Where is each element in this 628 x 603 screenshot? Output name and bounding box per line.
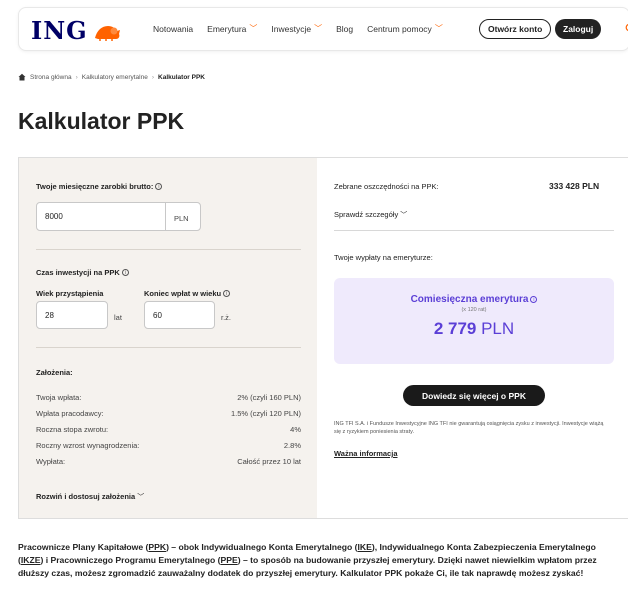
end-age-label: Koniec wpłat w wieku i	[144, 289, 231, 298]
nav-emerytura[interactable]: Emerytura ﹀	[207, 23, 257, 34]
period-label-text: Czas inwestycji na PPK	[36, 268, 120, 277]
monthly-sub: (x 120 rat)	[461, 307, 487, 313]
chevron-right-icon: ›	[75, 73, 78, 81]
paragraph-text: Pracownicze Plany Kapitałowe (	[18, 542, 149, 552]
site-header: ING Notowania Emerytura ﹀ Inwestycje ﹀ Blo…	[18, 7, 628, 51]
chevron-down-icon: ﹀	[400, 212, 408, 219]
ing-logo[interactable]: ING	[31, 16, 122, 45]
monthly-title: Comiesięczna emerytura i	[334, 294, 614, 305]
divider	[334, 230, 614, 231]
end-age-unit: r.ż.	[221, 313, 232, 322]
assumption-label: Twoja wpłata:	[36, 393, 82, 402]
assumption-label: Wypłata:	[36, 457, 66, 466]
ppk-link[interactable]: PPK	[148, 542, 166, 552]
nav-blog[interactable]: Blog	[336, 24, 353, 34]
assumption-row: Twoja wpłata: 2% (czyli 160 PLN)	[36, 393, 301, 402]
assumption-label: Roczny wzrost wynagrodzenia:	[36, 441, 140, 450]
nav-label: Blog	[336, 23, 354, 34]
ppk-calculator: Twoje miesięczne zarobki brutto:i PLN Cz…	[18, 157, 628, 519]
ikze-link[interactable]: IKZE	[21, 555, 41, 565]
join-age-input[interactable]	[37, 310, 107, 320]
monthly-pension-card: Comiesięczna emerytura i (x 120 rat) 2 77…	[334, 278, 614, 364]
period-label: Czas inwestycji na PPK i	[36, 268, 129, 277]
assumption-row: Wypłata: Całość przez 10 lat	[36, 457, 301, 466]
details-label: Sprawdź szczegóły	[334, 210, 399, 219]
info-icon[interactable]: i	[121, 269, 129, 276]
expand-label: Rozwiń i dostosuj założenia	[36, 492, 136, 501]
field-divider	[165, 203, 166, 230]
assumption-value: 2.8%	[283, 441, 301, 450]
assumption-value: 2% (czyli 160 PLN)	[237, 393, 301, 402]
join-age-label: Wiek przystąpienia	[36, 289, 104, 298]
assumption-row: Roczny wzrost wynagrodzenia: 2.8%	[36, 441, 301, 450]
savings-value: 333 428 PLN	[549, 181, 600, 191]
salary-label: Twoje miesięczne zarobki brutto: i	[36, 182, 163, 191]
calculator-results-panel: Zebrane oszczędności na PPK: 333 428 PLN…	[317, 158, 628, 518]
info-icon[interactable]: i	[155, 183, 163, 190]
nav-notowania[interactable]: Notowania	[153, 24, 193, 34]
intro-paragraph: Pracownicze Plany Kapitałowe (PPK) – obo…	[18, 541, 622, 580]
assumption-label: Wpłata pracodawcy:	[36, 409, 104, 418]
end-age-input[interactable]	[145, 310, 214, 320]
chevron-right-icon: ›	[151, 73, 155, 81]
info-icon[interactable]: i	[223, 290, 231, 297]
assumption-label: Roczna stopa zwrotu:	[36, 425, 109, 434]
paragraph-text: ) – obok Indywidualnego Konta Emerytalne…	[166, 542, 358, 552]
logo-text: ING	[31, 16, 88, 45]
salary-label-text: Twoje miesięczne zarobki brutto:	[36, 182, 154, 191]
breadcrumb-current: Kalkulator PPK	[158, 73, 205, 81]
divider	[36, 347, 301, 348]
paragraph-text: ) i Pracowniczego Programu Emerytalnego …	[40, 555, 221, 565]
assumption-value: 1.5% (czyli 120 PLN)	[230, 409, 301, 418]
nav-inwestycje[interactable]: Inwestycje ﹀	[271, 23, 322, 34]
info-icon[interactable]: i	[530, 296, 538, 303]
open-account-button[interactable]: Otwórz konto	[479, 19, 552, 39]
calculator-inputs-panel: Twoje miesięczne zarobki brutto:i PLN Cz…	[19, 158, 317, 518]
disclaimer: ING TFI S.A. i Fundusze Inwestycyjne ING…	[334, 421, 604, 435]
assumption-value: Całość przez 10 lat	[237, 457, 301, 466]
home-icon[interactable]	[18, 73, 26, 81]
monthly-title-text: Comiesięczna emerytura	[410, 294, 529, 305]
breadcrumb: Strona główna › Kalkulatory emerytalne ›…	[18, 73, 205, 81]
monthly-amount: 2 779 PLN	[334, 319, 614, 339]
nav-label: Emerytura	[207, 23, 247, 34]
payouts-label: Twoje wypłaty na emeryturze:	[334, 253, 433, 262]
join-age-unit: lat	[114, 313, 122, 322]
nav-label: Inwestycje	[271, 23, 312, 34]
lion-icon	[94, 25, 120, 41]
ike-link[interactable]: IKE	[358, 542, 372, 552]
divider	[36, 249, 301, 250]
breadcrumb-calculators[interactable]: Kalkulatory emerytalne	[82, 74, 148, 81]
monthly-amount-currency: PLN	[481, 319, 515, 338]
chevron-down-icon: ﹀	[137, 494, 145, 501]
assumption-value: 4%	[290, 425, 301, 434]
end-age-field	[144, 301, 215, 329]
chevron-down-icon: ﹀	[249, 24, 258, 33]
end-age-label-text: Koniec wpłat w wieku	[144, 289, 222, 298]
chevron-down-icon: ﹀	[314, 24, 323, 33]
expand-assumptions-button[interactable]: Rozwiń i dostosuj założenia ﹀	[36, 492, 144, 502]
assumption-row: Wpłata pracodawcy: 1.5% (czyli 120 PLN)	[36, 409, 301, 418]
learn-more-ppk-button[interactable]: Dowiedz się więcej o PPK	[403, 385, 545, 406]
chevron-down-icon: ﹀	[434, 24, 443, 33]
nav-label: Notowania	[153, 23, 194, 34]
login-button[interactable]: Zaloguj	[555, 19, 602, 39]
page-title: Kalkulator PPK	[18, 108, 185, 134]
ppe-link[interactable]: PPE	[221, 555, 238, 565]
join-age-field	[36, 301, 108, 329]
monthly-amount-value: 2 779	[433, 319, 477, 338]
assumption-row: Roczna stopa zwrotu: 4%	[36, 425, 301, 434]
savings-label: Zebrane oszczędności na PPK:	[334, 182, 439, 191]
important-info-link[interactable]: Ważna informacja	[334, 449, 398, 458]
breadcrumb-home[interactable]: Strona główna	[30, 74, 72, 81]
salary-unit: PLN	[174, 214, 189, 223]
nav-centrum-pomocy[interactable]: Centrum pomocy ﹀	[367, 23, 443, 34]
nav-label: Centrum pomocy	[367, 23, 432, 34]
details-toggle[interactable]: Sprawdź szczegóły ﹀	[334, 210, 407, 220]
main-nav: Notowania Emerytura ﹀ Inwestycje ﹀ Blog Ce…	[153, 23, 457, 34]
assumptions-label: Założenia:	[36, 368, 73, 377]
